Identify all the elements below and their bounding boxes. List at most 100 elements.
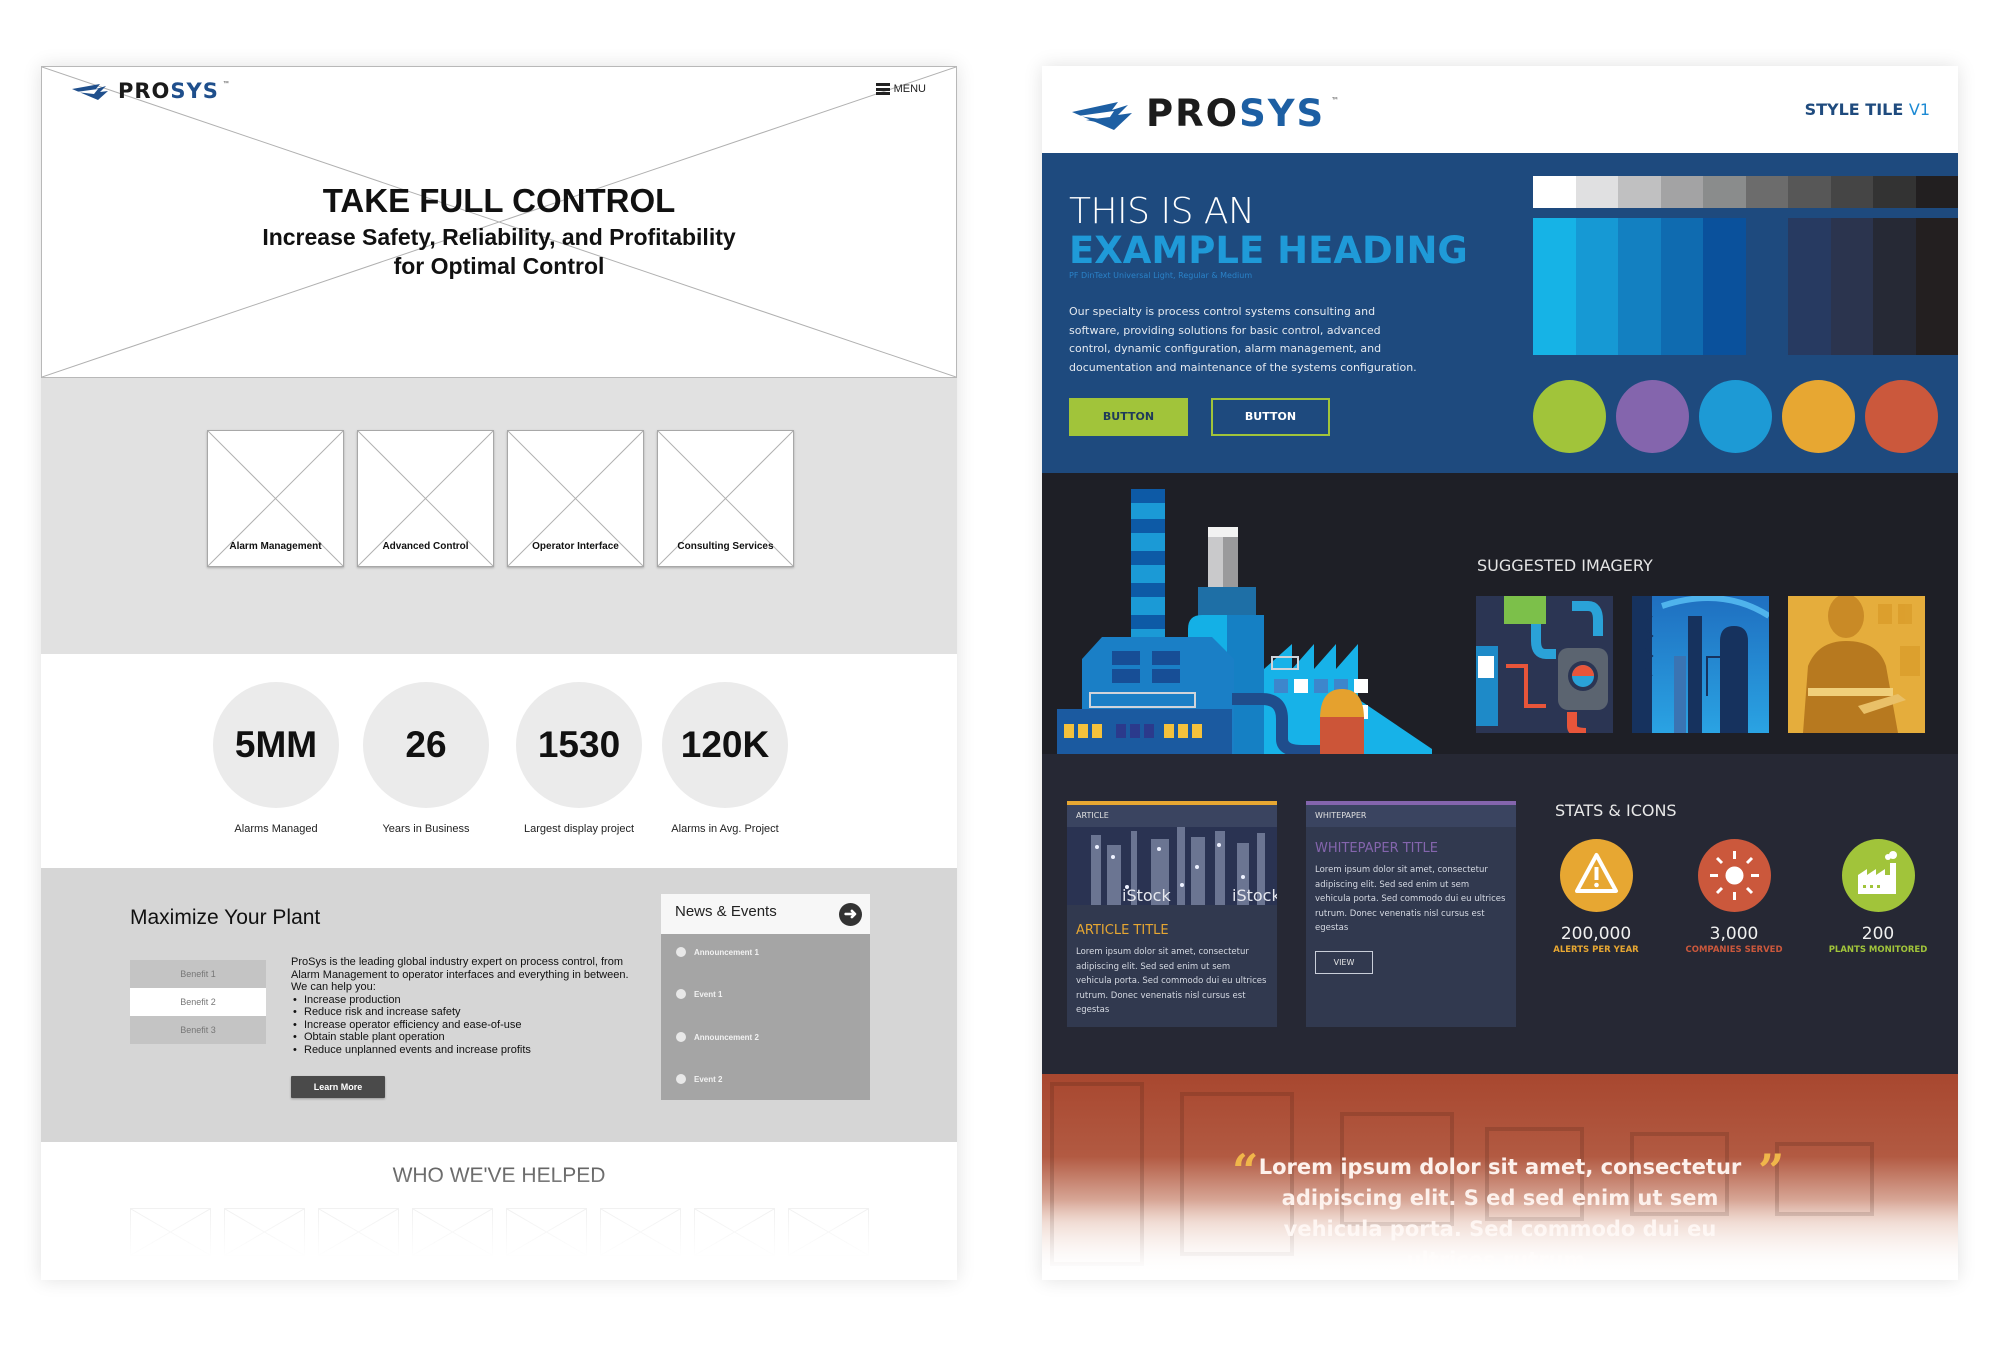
article-card[interactable]: ARTICLE iStock iStock ARTICLE TITLE Lore…: [1067, 801, 1277, 1027]
hero-title: TAKE FULL CONTROL: [322, 182, 676, 219]
watermark: iStock: [1232, 886, 1277, 905]
version-number: V1: [1908, 100, 1930, 119]
stat-label: Alarms in Avg. Project: [671, 823, 779, 835]
bullet-icon: [676, 947, 686, 957]
maximize-plant-section: Maximize Your Plant Benefit 1 Benefit 2 …: [41, 868, 957, 1142]
blue-swatch-7: [1788, 218, 1831, 355]
example-heading-line-1: THIS IS AN: [1069, 191, 1255, 232]
logo-wordmark: PROSYS: [1146, 92, 1326, 135]
stat-value: 5MM: [213, 682, 339, 808]
whitepaper-card[interactable]: WHITEPAPER WHITEPAPER TITLE Lorem ipsum …: [1306, 801, 1516, 1027]
list-item: Reduce risk and increase safety: [291, 1006, 636, 1019]
gray-swatch-2: [1575, 176, 1618, 208]
stat-caption: COMPANIES SERVED: [1685, 945, 1783, 955]
stat-largest-display-project: 1530 Largest display project: [514, 682, 644, 835]
testimonial-section: “ ” Lorem ipsum dolor sit amet, consecte…: [1042, 1074, 1958, 1280]
service-label: Alarm Management: [229, 541, 322, 552]
service-label: Advanced Control: [382, 541, 469, 552]
gray-swatches: [1533, 176, 1958, 208]
benefit-content: ProSys is the leading global industry ex…: [291, 956, 636, 1056]
client-logo-placeholder: [600, 1208, 681, 1256]
hero-image-placeholder: [42, 67, 956, 377]
article-body: Lorem ipsum dolor sit amet, consectetur …: [1076, 947, 1267, 1015]
news-item[interactable]: Announcement 2: [676, 1032, 759, 1042]
stat-caption: ALERTS PER YEAR: [1553, 945, 1639, 955]
service-label: Operator Interface: [532, 541, 619, 552]
hero-subtitle-line-1: Increase Safety, Reliability, and Profit…: [262, 224, 736, 250]
example-heading-line-2: EXAMPLE HEADING: [1069, 229, 1468, 272]
blue-swatches: [1533, 218, 1958, 355]
gray-swatch-10: [1915, 176, 1958, 208]
stat-value: 3,000: [1709, 924, 1759, 944]
list-item: Increase operator efficiency and ease-of…: [291, 1019, 636, 1032]
engineer-photo: [1788, 596, 1925, 733]
blue-swatch-1: [1533, 218, 1576, 355]
stats-section: 5MM Alarms Managed 26 Years in Business …: [41, 654, 957, 868]
suggested-image-refinery-silhouette[interactable]: [1632, 596, 1769, 733]
prosys-logo[interactable]: PROSYS ™: [70, 79, 229, 103]
article-image: iStock iStock: [1067, 827, 1277, 905]
news-item[interactable]: Event 1: [676, 989, 722, 999]
secondary-button[interactable]: BUTTON: [1211, 398, 1330, 436]
blue-swatch-9: [1873, 218, 1916, 355]
stat-label: Largest display project: [523, 823, 635, 835]
accent-color-swatch-5: [1865, 380, 1938, 453]
refinery-night-photo: iStock iStock: [1067, 827, 1277, 905]
news-item[interactable]: Announcement 1: [676, 947, 759, 957]
logo-wordmark: PROSYS: [118, 79, 219, 103]
bullet-icon: [676, 1074, 686, 1084]
news-item[interactable]: Event 2: [676, 1074, 722, 1084]
benefit-tab-3[interactable]: Benefit 3: [130, 1016, 266, 1044]
blue-swatch-5: [1703, 218, 1746, 355]
card-tag: WHITEPAPER: [1306, 805, 1516, 827]
learn-more-button[interactable]: Learn More: [291, 1076, 385, 1098]
factory-illustration: [1057, 489, 1432, 755]
suggested-image-engineer-photo[interactable]: [1788, 596, 1925, 733]
service-card-alarm-management[interactable]: Alarm Management: [207, 430, 344, 567]
view-button[interactable]: VIEW: [1315, 950, 1373, 974]
warning-icon: [1559, 839, 1633, 912]
news-item-label: Announcement 2: [694, 1032, 759, 1042]
style-tile-version: STYLE TILE V1: [1805, 100, 1930, 119]
stat-caption: PLANTS MONITORED: [1828, 945, 1928, 955]
blue-swatch-6: [1745, 218, 1788, 355]
client-logo-placeholder: [506, 1208, 587, 1256]
client-logo-placeholder: [318, 1208, 399, 1256]
section-title: Maximize Your Plant: [130, 906, 321, 929]
menu-label: MENU: [893, 83, 926, 95]
primary-button[interactable]: BUTTON: [1069, 398, 1188, 436]
services-section: Alarm Management Advanced Control Operat…: [41, 378, 957, 654]
style-tile-header: PROSYS ™ STYLE TILE V1: [1042, 66, 1958, 153]
client-logo-placeholder: [130, 1208, 211, 1256]
list-item: Reduce unplanned events and increase pro…: [291, 1044, 636, 1057]
stat-value: 1530: [516, 682, 642, 808]
menu-button[interactable]: MENU: [875, 83, 926, 95]
components-section: ARTICLE iStock iStock ARTICLE TITLE Lore…: [1042, 754, 1958, 1074]
list-item: Increase production: [291, 994, 636, 1007]
bullet-icon: [676, 1032, 686, 1042]
service-card-consulting-services[interactable]: Consulting Services: [657, 430, 794, 567]
imagery-section: SUGGESTED IMAGERY: [1042, 473, 1958, 755]
list-item: Obtain stable plant operation: [291, 1031, 636, 1044]
benefit-tab-1[interactable]: Benefit 1: [130, 960, 266, 988]
close-quote-icon: ”: [1758, 1144, 1785, 1198]
client-logo-placeholder: [412, 1208, 493, 1256]
benefit-tab-2[interactable]: Benefit 2: [130, 988, 266, 1016]
article-title[interactable]: ARTICLE TITLE: [1067, 923, 1277, 938]
stats-icons-title: STATS & ICONS: [1555, 801, 1677, 820]
typography-palette-section: THIS IS AN EXAMPLE HEADING PF DinText Un…: [1042, 153, 1958, 473]
prosys-logo[interactable]: PROSYS ™: [1070, 92, 1339, 135]
blue-swatch-4: [1660, 218, 1703, 355]
whitepaper-body: Lorem ipsum dolor sit amet, consectetur …: [1315, 865, 1506, 933]
whitepaper-title[interactable]: WHITEPAPER TITLE: [1306, 841, 1516, 856]
stat-value: 120K: [662, 682, 788, 808]
service-card-advanced-control[interactable]: Advanced Control: [357, 430, 494, 567]
news-item-label: Event 1: [694, 989, 723, 999]
accent-color-swatch-3: [1699, 380, 1772, 453]
version-label: STYLE TILE: [1804, 100, 1904, 119]
arrow-right-icon[interactable]: ➜: [839, 903, 862, 926]
stat-value: 200: [1861, 924, 1895, 944]
font-note: PF DinText Universal Light, Regular & Me…: [1069, 271, 1253, 280]
suggested-image-gauge-illustration[interactable]: [1476, 596, 1613, 733]
service-card-operator-interface[interactable]: Operator Interface: [507, 430, 644, 567]
